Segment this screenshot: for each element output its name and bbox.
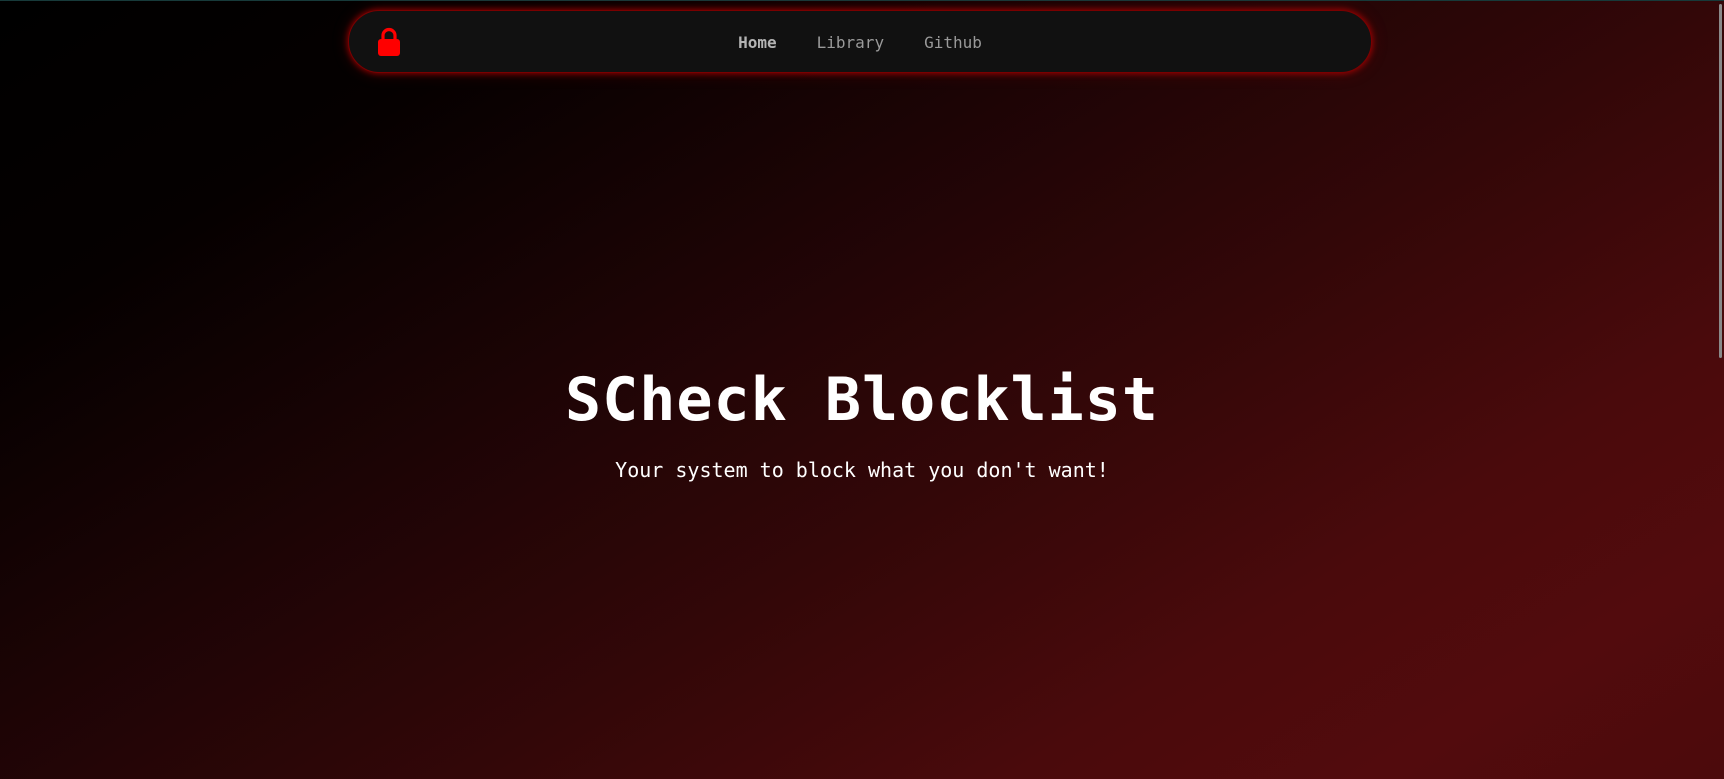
nav-link-library[interactable]: Library: [817, 33, 884, 52]
page-subtitle: Your system to block what you don't want…: [615, 458, 1109, 482]
window-top-border: [0, 0, 1724, 1]
nav-link-github[interactable]: Github: [924, 33, 982, 52]
vertical-scrollbar[interactable]: [1716, 0, 1724, 779]
hero-section: SCheck Blocklist Your system to block wh…: [0, 360, 1724, 484]
nav-links: Home Library Github: [349, 11, 1371, 74]
scrollbar-thumb[interactable]: [1719, 4, 1722, 358]
navbar: Home Library Github: [348, 10, 1372, 73]
nav-link-home[interactable]: Home: [738, 33, 777, 52]
page-title: SCheck Blocklist: [565, 365, 1159, 435]
